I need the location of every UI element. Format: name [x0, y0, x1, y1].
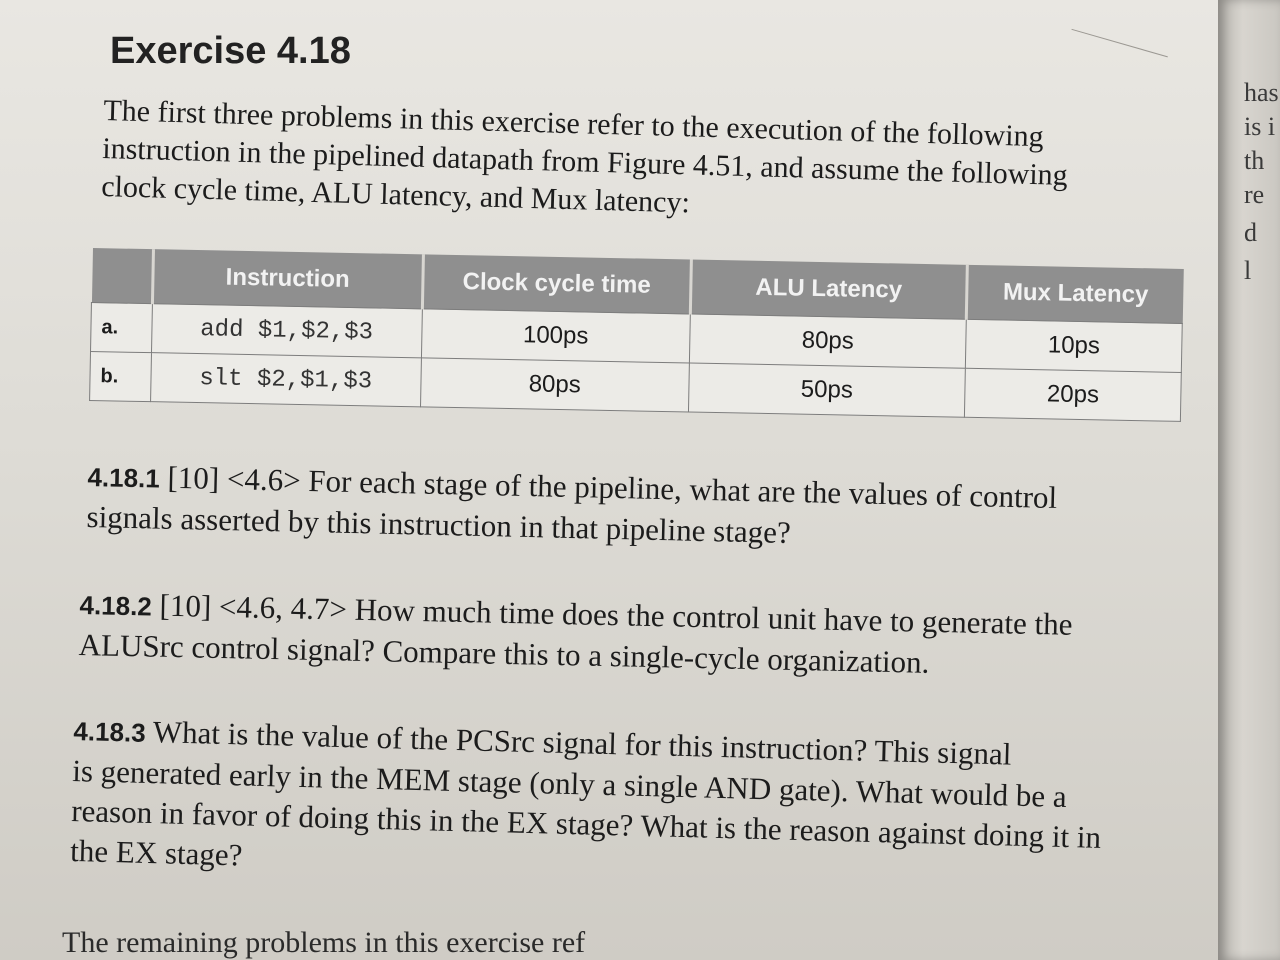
row-label: b.: [89, 351, 152, 402]
alu-latency-cell: 80ps: [689, 313, 967, 369]
margin-fragment: th: [1244, 146, 1265, 175]
alu-latency-cell: 50ps: [688, 362, 966, 418]
instruction-cell: add $1,$2,$3: [151, 303, 423, 358]
problem-number: 4.18.3: [73, 715, 147, 748]
mux-latency-cell: 20ps: [964, 368, 1182, 422]
intro-paragraph: The first three problems in this exercis…: [101, 92, 1204, 237]
mux-latency-cell: 10ps: [965, 319, 1183, 373]
instruction-cell: slt $2,$1,$3: [150, 352, 422, 407]
problem-number: 4.18.2: [79, 589, 153, 622]
latency-table: Instruction Clock cycle time ALU Latency…: [89, 248, 1184, 422]
page-content: Exercise 4.18 The first three problems i…: [0, 0, 1220, 960]
problem-4-18-1: 4.18.1 [10] <4.6> For each stage of the …: [86, 456, 1057, 559]
header-blank: [91, 248, 154, 304]
margin-fragment: l: [1244, 256, 1252, 285]
exercise-heading: Exercise 4.18: [110, 30, 351, 72]
margin-fragment: d: [1244, 218, 1257, 247]
clock-cycle-cell: 100ps: [421, 308, 690, 363]
clock-cycle-cell: 80ps: [420, 357, 690, 412]
margin-fragment: is i: [1244, 112, 1276, 141]
problem-number: 4.18.1: [87, 461, 161, 494]
header-clock-cycle-time: Clock cycle time: [422, 254, 692, 314]
margin-fragment: has: [1244, 78, 1279, 107]
margin-fragment: re: [1244, 180, 1265, 209]
adjacent-page-edge: has is i th re d l: [1218, 0, 1280, 960]
header-mux-latency: Mux Latency: [966, 264, 1184, 324]
problem-4-18-3: 4.18.3 What is the value of the PCSrc si…: [70, 710, 1104, 898]
row-label: a.: [90, 302, 152, 353]
header-alu-latency: ALU Latency: [689, 259, 968, 320]
book-page: Exercise 4.18 The first three problems i…: [0, 0, 1280, 960]
footer-text: The remaining problems in this exercise …: [62, 926, 586, 959]
header-instruction: Instruction: [151, 249, 424, 309]
problem-4-18-2: 4.18.2 [10] <4.6, 4.7> How much time doe…: [78, 584, 1073, 686]
